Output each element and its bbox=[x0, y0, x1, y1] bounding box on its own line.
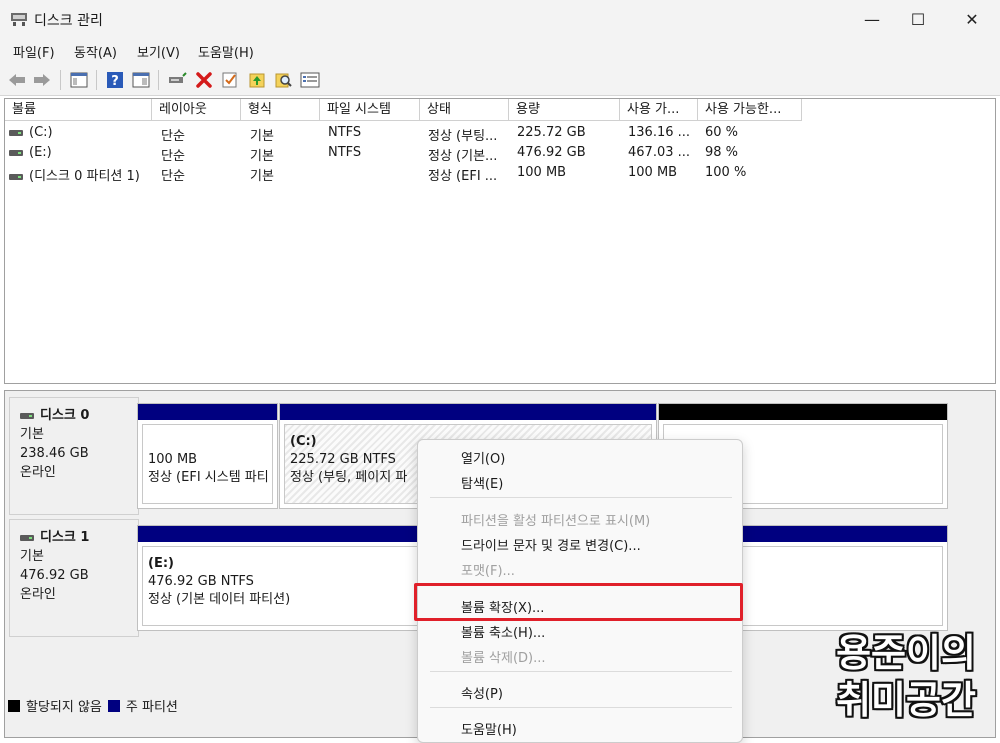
menu-item-open[interactable]: 열기(O) bbox=[461, 448, 505, 467]
menu-item-shrink-volume[interactable]: 볼륨 축소(H)... bbox=[461, 622, 545, 641]
menu-view[interactable]: 보기(V) bbox=[137, 42, 180, 61]
menu-file[interactable]: 파일(F) bbox=[13, 42, 55, 61]
properties-icon[interactable] bbox=[130, 69, 152, 91]
cell-layout: 단순 bbox=[161, 149, 185, 164]
back-arrow-icon[interactable] bbox=[6, 69, 28, 91]
cell-percent-free: 60 % bbox=[705, 125, 739, 140]
cell-capacity: 225.72 GB bbox=[517, 125, 586, 140]
menu-item-mark-active[interactable]: 파티션을 활성 파티션으로 표시(M) bbox=[461, 510, 650, 529]
cell-status: 정상 (부팅... bbox=[428, 129, 498, 144]
unallocated-swatch bbox=[8, 699, 20, 712]
disk-management-icon bbox=[11, 13, 27, 26]
search-icon[interactable] bbox=[272, 69, 294, 91]
column-header-capacity[interactable]: 용량 bbox=[509, 99, 620, 121]
highlight-box bbox=[414, 583, 743, 621]
legend-unallocated: 할당되지 않음 bbox=[26, 700, 102, 715]
primary-swatch bbox=[107, 699, 120, 712]
cell-type: 기본 bbox=[250, 129, 274, 144]
cell-free-space: 100 MB bbox=[628, 165, 678, 180]
cell-layout: 단순 bbox=[161, 169, 185, 184]
disk-size: 238.46 GB bbox=[20, 446, 89, 461]
menu-item-properties[interactable]: 속성(P) bbox=[461, 683, 503, 702]
svg-text:?: ? bbox=[111, 74, 119, 89]
menu-help[interactable]: 도움말(H) bbox=[198, 42, 254, 61]
console-tree-icon[interactable] bbox=[68, 69, 90, 91]
column-header-type[interactable]: 형식 bbox=[241, 99, 320, 121]
menu-item-help[interactable]: 도움말(H) bbox=[461, 719, 517, 738]
cell-status: 정상 (기본... bbox=[428, 149, 498, 164]
forward-arrow-icon[interactable] bbox=[31, 69, 53, 91]
menu-action[interactable]: 동작(A) bbox=[74, 42, 117, 61]
check-icon[interactable] bbox=[219, 69, 241, 91]
disk-icon bbox=[20, 412, 34, 419]
table-row[interactable]: (디스크 0 파티션 1) bbox=[9, 165, 140, 184]
disk-status: 온라인 bbox=[20, 465, 56, 480]
disk-type: 기본 bbox=[20, 549, 44, 564]
drive-icon bbox=[9, 173, 23, 180]
close-button[interactable]: ✕ bbox=[949, 0, 995, 38]
volume-list: 볼륨 레이아웃 형식 파일 시스템 상태 용량 사용 가... 사용 가능한..… bbox=[4, 98, 996, 384]
menu-bar: 파일(F) 동작(A) 보기(V) 도움말(H) bbox=[0, 38, 1000, 64]
disk-name: 디스크 1 bbox=[40, 530, 90, 545]
disk-size: 476.92 GB bbox=[20, 568, 89, 583]
disk-0-label[interactable]: 디스크 0 기본 238.46 GB 온라인 bbox=[9, 397, 139, 515]
menu-item-explore[interactable]: 탐색(E) bbox=[461, 473, 503, 492]
toolbar: ? bbox=[0, 64, 1000, 96]
cell-type: 기본 bbox=[250, 149, 274, 164]
menu-item-change-drive-letter[interactable]: 드라이브 문자 및 경로 변경(C)... bbox=[461, 535, 641, 554]
menu-item-format[interactable]: 포맷(F)... bbox=[461, 560, 515, 579]
cell-status: 정상 (EFI ... bbox=[428, 169, 498, 184]
column-header-volume[interactable]: 볼륨 bbox=[5, 99, 152, 121]
cell-filesystem: NTFS bbox=[328, 125, 362, 140]
cell-capacity: 476.92 GB bbox=[517, 145, 586, 160]
cell-type: 기본 bbox=[250, 169, 274, 184]
cell-percent-free: 98 % bbox=[705, 145, 739, 160]
help-icon[interactable]: ? bbox=[104, 69, 126, 91]
cell-capacity: 100 MB bbox=[517, 165, 567, 180]
watermark: 용준이의 취미공간 bbox=[836, 631, 976, 722]
column-header-status[interactable]: 상태 bbox=[420, 99, 509, 121]
title-bar: 디스크 관리 — ☐ ✕ bbox=[0, 0, 1000, 38]
view-list-icon[interactable] bbox=[299, 69, 321, 91]
drive-icon bbox=[9, 129, 23, 136]
minimize-button[interactable]: — bbox=[849, 0, 895, 38]
window-title: 디스크 관리 bbox=[34, 13, 103, 29]
connect-icon[interactable] bbox=[166, 69, 188, 91]
partition-size: 100 MB bbox=[148, 452, 198, 467]
cell-filesystem: NTFS bbox=[328, 145, 362, 160]
cell-free-space: 136.16 ... bbox=[628, 125, 691, 140]
column-header-free-space[interactable]: 사용 가... bbox=[620, 99, 698, 121]
disk-icon bbox=[20, 534, 34, 541]
column-header-percent-free[interactable]: 사용 가능한... bbox=[698, 99, 802, 121]
cell-layout: 단순 bbox=[161, 129, 185, 144]
legend-primary: 주 파티션 bbox=[125, 700, 178, 715]
disk-1-label[interactable]: 디스크 1 기본 476.92 GB 온라인 bbox=[9, 519, 139, 637]
table-row[interactable]: (C:) bbox=[9, 125, 53, 140]
column-header-filesystem[interactable]: 파일 시스템 bbox=[320, 99, 420, 121]
partition-status: 정상 (EFI 시스템 파티 bbox=[148, 470, 269, 485]
menu-item-delete-volume[interactable]: 볼륨 삭제(D)... bbox=[461, 647, 546, 666]
disk-type: 기본 bbox=[20, 427, 44, 442]
disk-name: 디스크 0 bbox=[40, 408, 90, 423]
cell-free-space: 467.03 ... bbox=[628, 145, 691, 160]
column-header-layout[interactable]: 레이아웃 bbox=[152, 99, 241, 121]
delete-icon[interactable] bbox=[193, 69, 215, 91]
cell-percent-free: 100 % bbox=[705, 165, 747, 180]
table-row[interactable]: (E:) bbox=[9, 145, 52, 160]
legend: 할당되지 않음 주 파티션 bbox=[8, 696, 178, 715]
import-icon[interactable] bbox=[246, 69, 268, 91]
partition-efi[interactable]: 100 MB 정상 (EFI 시스템 파티 bbox=[137, 403, 278, 509]
disk-status: 온라인 bbox=[20, 587, 56, 602]
drive-icon bbox=[9, 149, 23, 156]
maximize-button[interactable]: ☐ bbox=[895, 0, 941, 38]
